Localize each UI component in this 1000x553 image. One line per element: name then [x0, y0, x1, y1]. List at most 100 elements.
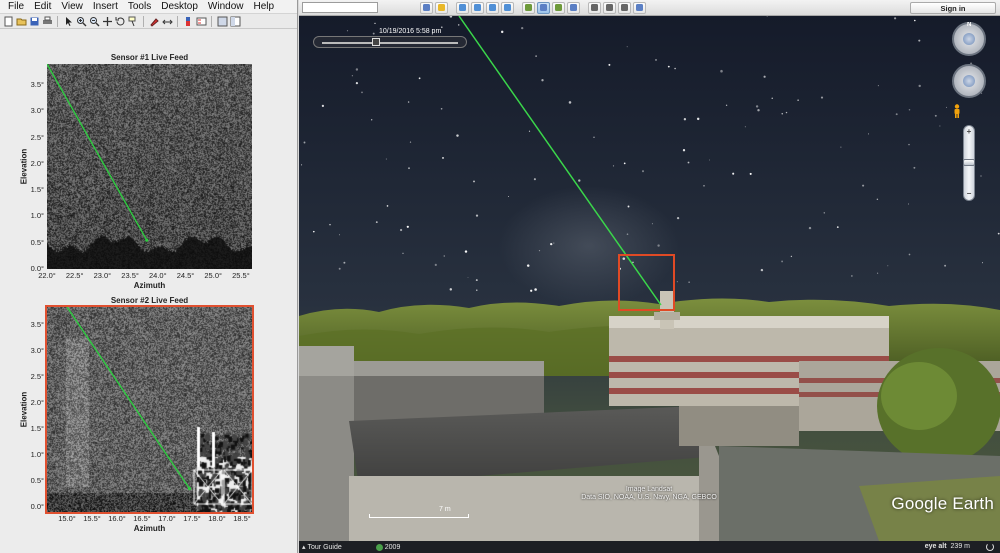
star — [836, 226, 839, 228]
star — [408, 167, 410, 170]
star — [612, 165, 615, 167]
slider-thumb[interactable] — [372, 38, 380, 46]
sidebar-button[interactable] — [420, 1, 433, 14]
tour-guide-button[interactable]: ▴ Tour Guide — [302, 543, 342, 552]
earth-3d-view[interactable] — [299, 16, 1000, 541]
menu-tools[interactable]: Tools — [123, 1, 156, 12]
star — [894, 17, 897, 20]
star — [763, 75, 766, 78]
move-ring[interactable] — [952, 64, 986, 98]
star — [781, 113, 783, 115]
star — [623, 162, 626, 165]
x-tick-label: 22.5° — [65, 271, 84, 280]
menu-insert[interactable]: Insert — [88, 1, 123, 12]
placemark-button[interactable] — [435, 1, 448, 14]
menu-window[interactable]: Window — [203, 1, 249, 12]
legend-button[interactable] — [195, 15, 207, 27]
figure-toolbar — [0, 14, 297, 29]
record-tour-button[interactable] — [501, 1, 514, 14]
planets-button[interactable] — [552, 1, 565, 14]
star — [449, 288, 453, 291]
star — [696, 117, 700, 121]
star — [851, 275, 853, 277]
menu-help[interactable]: Help — [249, 1, 280, 12]
pan-button[interactable] — [101, 15, 113, 27]
historical-imagery-button[interactable] — [522, 1, 535, 14]
star — [500, 30, 504, 34]
rotate-button[interactable] — [114, 15, 126, 27]
eye-alt-value: 239 m — [950, 543, 970, 550]
zoom-slider[interactable]: + − — [963, 125, 975, 201]
path-button[interactable] — [471, 1, 484, 14]
star — [371, 119, 373, 121]
star — [351, 75, 354, 77]
hide-plot-tools-button[interactable] — [216, 15, 228, 27]
matlab-figure-window: File Edit View Insert Tools Desktop Window Help… — [0, 0, 298, 553]
zoom-knob[interactable] — [963, 159, 975, 166]
star — [538, 250, 541, 252]
star — [683, 118, 687, 121]
historical-imagery-slider[interactable] — [313, 36, 467, 48]
zoom-in-button[interactable]: + — [964, 128, 974, 136]
star — [934, 114, 937, 117]
y-tick-label: 1.0° — [30, 211, 44, 221]
image-overlay-button[interactable] — [486, 1, 499, 14]
track-line — [66, 307, 191, 490]
navigation-controls: N + − — [952, 22, 986, 201]
print-button[interactable] — [41, 15, 53, 27]
show-plot-tools-button[interactable] — [229, 15, 241, 27]
y-tick-label: 3.0° — [30, 346, 44, 356]
record-tour-icon — [504, 4, 511, 11]
new-figure-button[interactable] — [2, 15, 14, 27]
maps-button[interactable] — [633, 1, 646, 14]
look-around-ring[interactable]: N — [952, 22, 986, 56]
sensor-image-axes[interactable] — [47, 307, 252, 512]
x-tick-label: 24.0° — [148, 271, 167, 280]
zoom-out-button[interactable] — [88, 15, 100, 27]
star — [440, 107, 443, 110]
email-button[interactable] — [588, 1, 601, 14]
brush-icon — [149, 17, 159, 27]
pan-icon — [102, 16, 112, 26]
sensor-image-axes[interactable] — [47, 64, 252, 269]
star — [530, 289, 533, 292]
save-button[interactable] — [28, 15, 40, 27]
star — [908, 203, 909, 205]
star — [674, 67, 676, 70]
move-joystick[interactable] — [963, 75, 975, 87]
ruler-button[interactable] — [567, 1, 580, 14]
star — [339, 234, 341, 236]
polygon-button[interactable] — [456, 1, 469, 14]
data-cursor-button[interactable] — [127, 15, 139, 27]
menu-edit[interactable]: Edit — [29, 1, 56, 12]
menu-desktop[interactable]: Desktop — [156, 1, 203, 12]
y-tick-label: 0.0° — [30, 501, 44, 511]
star — [355, 68, 359, 71]
colorbar-button[interactable] — [182, 15, 194, 27]
imagery-year: 2009 — [384, 543, 401, 551]
pointer-button[interactable] — [62, 15, 74, 27]
link-button[interactable] — [161, 15, 173, 27]
star — [533, 178, 536, 181]
menu-file[interactable]: File — [3, 1, 29, 12]
star — [876, 198, 879, 201]
sunlight-button[interactable] — [537, 1, 550, 14]
look-joystick[interactable] — [963, 33, 975, 45]
print-button[interactable] — [603, 1, 616, 14]
star — [914, 19, 916, 22]
new-figure-icon — [4, 16, 12, 26]
menu-view[interactable]: View — [56, 1, 88, 12]
time-label: 10/19/2016 5:58 pm — [379, 28, 442, 35]
zoom-out-button[interactable]: − — [964, 190, 974, 198]
y-tick-label: 3.0° — [30, 106, 44, 116]
save-icon — [30, 17, 38, 25]
zoom-in-button[interactable] — [75, 15, 87, 27]
open-file-button[interactable] — [15, 15, 27, 27]
save-image-button[interactable] — [618, 1, 631, 14]
search-input[interactable] — [302, 2, 378, 13]
sign-in-button[interactable]: Sign in — [910, 2, 996, 14]
pegman-icon[interactable] — [952, 104, 962, 118]
email-icon — [591, 4, 598, 11]
ruler-icon — [570, 4, 577, 11]
brush-button[interactable] — [148, 15, 160, 27]
